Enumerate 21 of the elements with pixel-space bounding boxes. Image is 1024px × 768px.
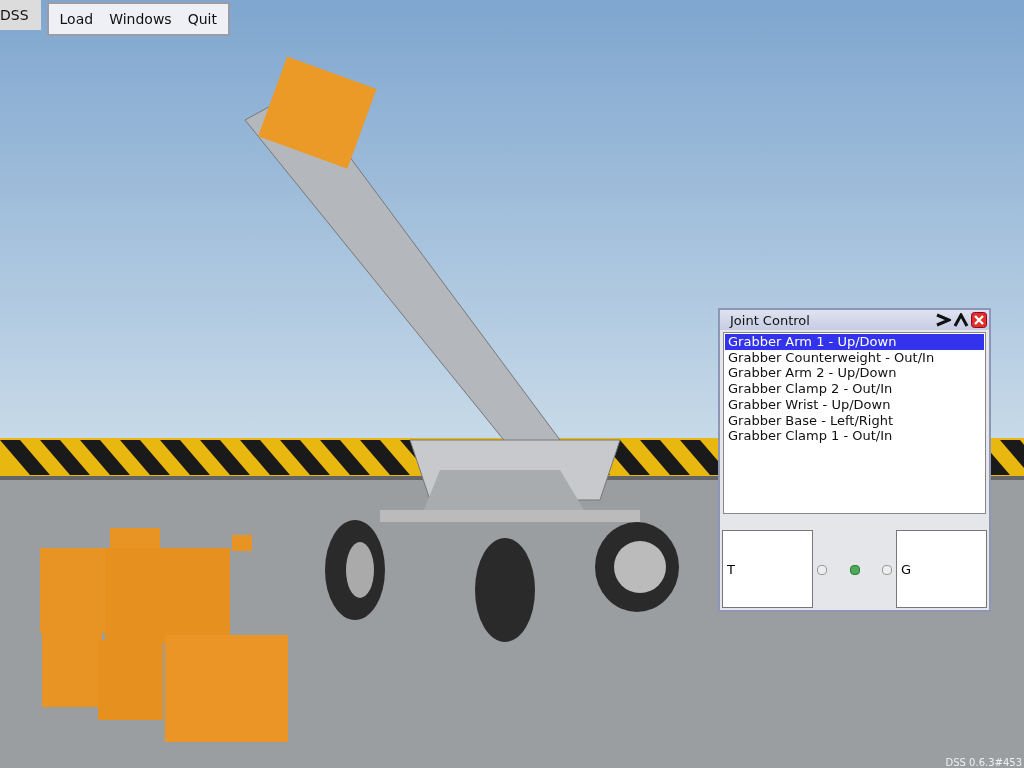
menu-item[interactable]: Load (51, 8, 102, 30)
window-title: Joint Control (730, 312, 811, 328)
radio-button[interactable] (882, 565, 892, 575)
joint-list-item[interactable]: Grabber Clamp 1 - Out/In (725, 428, 984, 444)
joint-list-item[interactable]: Grabber Counterweight - Out/In (725, 349, 984, 366)
text-field[interactable]: T (722, 530, 813, 608)
joint-list-item[interactable]: Grabber Wrist - Up/Down (725, 396, 984, 413)
joint-list-item[interactable]: Grabber Arm 1 - Up/Down (725, 334, 984, 350)
text-field[interactable]: G (896, 530, 987, 608)
joint-list-item[interactable]: Grabber Clamp 2 - Out/In (725, 381, 984, 397)
joint-list-item[interactable]: Grabber Arm 2 - Up/Down (725, 365, 984, 382)
radio-button[interactable] (849, 565, 860, 575)
version-label: DSS 0.6.3#453 (945, 757, 1022, 768)
menu-item[interactable]: Quit (179, 8, 225, 30)
radio-button[interactable] (817, 565, 827, 575)
close-icon[interactable] (971, 312, 987, 328)
chevron-up-icon[interactable] (953, 313, 969, 327)
app-menu-button[interactable]: DSS (0, 0, 41, 30)
joint-list-item[interactable]: Grabber Base - Left/Right (725, 412, 984, 429)
chevron-right-icon[interactable] (935, 313, 951, 327)
menu-item[interactable]: Windows (101, 8, 180, 30)
